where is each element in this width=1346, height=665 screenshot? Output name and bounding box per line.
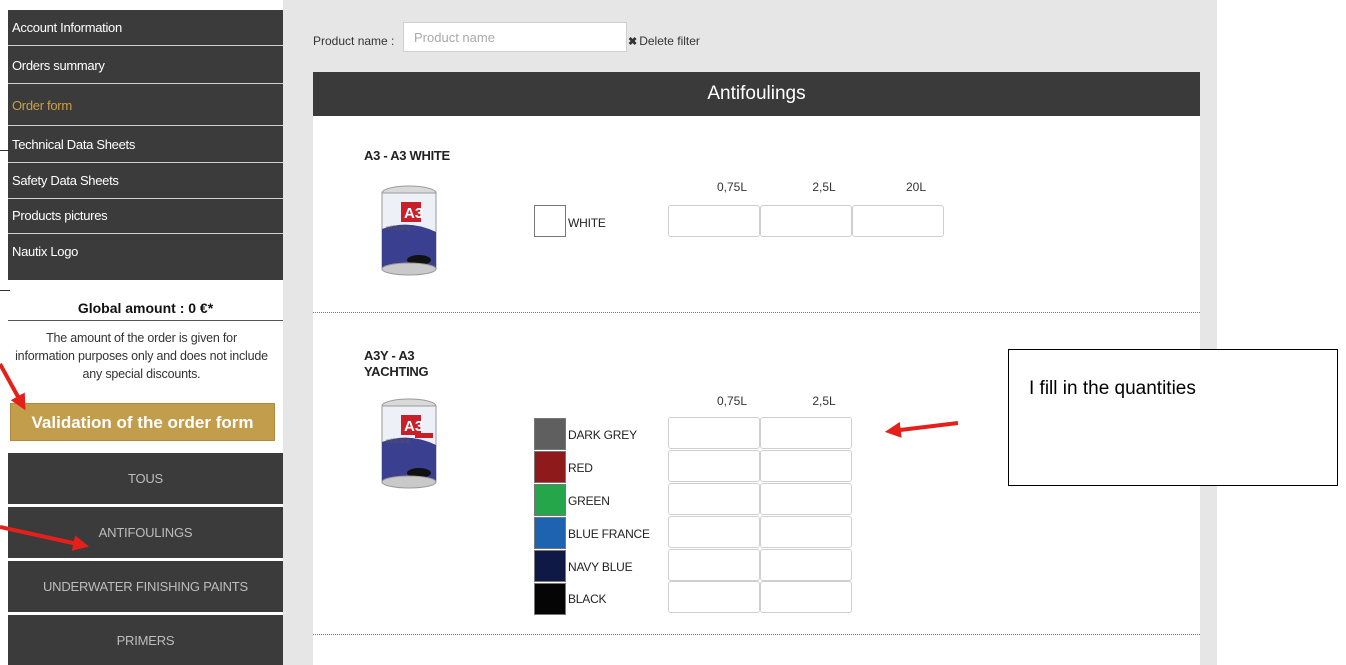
color-swatch-green — [534, 484, 566, 516]
size-label: 0,75L — [716, 394, 748, 408]
paint-can-image: A3 ntifouling — [381, 185, 437, 276]
annotation-text: I fill in the quantities — [1029, 378, 1196, 399]
delete-filter-label: Delete filter — [639, 34, 700, 48]
category-button-underwater-finishing-paints[interactable]: UNDERWATER FINISHING PAINTS — [8, 561, 283, 612]
sidebar-item-nautix-logo[interactable]: Nautix Logo — [8, 234, 283, 280]
sidebar-item-order-form[interactable]: Order form — [8, 86, 283, 126]
quantity-input[interactable] — [760, 483, 852, 515]
product-divider — [313, 634, 1200, 635]
main-content: Product name : ✖Delete filter Antifoulin… — [283, 0, 1217, 665]
sidebar-item-account-information[interactable]: Account Information — [8, 10, 283, 46]
quantity-input[interactable] — [852, 205, 944, 237]
quantity-input[interactable] — [760, 205, 852, 237]
product-name-input[interactable] — [403, 22, 627, 52]
sidebar-item-products-pictures[interactable]: Products pictures — [8, 198, 283, 234]
quantity-input[interactable] — [760, 417, 852, 449]
color-label: GREEN — [568, 494, 610, 508]
size-label: 2,5L — [812, 180, 836, 194]
color-label: RED — [568, 461, 593, 475]
color-label: WHITE — [568, 216, 606, 230]
color-label: NAVY BLUE — [568, 560, 633, 574]
product-name-filter-label: Product name : — [313, 34, 395, 48]
product-title-line: A3 - A3 WHITE — [364, 148, 450, 163]
quantity-input[interactable] — [760, 581, 852, 613]
size-label: 0,75L — [716, 180, 748, 194]
color-label: DARK GREY — [568, 428, 637, 442]
color-swatch-black — [534, 583, 566, 615]
size-label: 20L — [905, 180, 927, 194]
close-icon: ✖ — [628, 36, 638, 48]
amount-note-line: The amount of the order is given for — [46, 331, 237, 345]
quantity-input[interactable] — [760, 516, 852, 548]
product-divider — [313, 312, 1200, 313]
amount-note-line: information purposes only and does not i… — [15, 349, 268, 363]
amount-note-line: any special discounts. — [82, 367, 201, 381]
color-swatch-white — [534, 205, 566, 237]
category-button-primers[interactable]: PRIMERS — [8, 615, 283, 665]
validate-order-button[interactable]: Validation of the order form — [10, 403, 275, 441]
global-amount-title: Global amount : 0 €* — [8, 295, 283, 321]
quantity-input[interactable] — [668, 483, 760, 515]
sidebar: Account Information Orders summary Order… — [0, 0, 283, 665]
sidebar-item-orders-summary[interactable]: Orders summary — [8, 48, 283, 84]
quantity-input[interactable] — [668, 417, 760, 449]
section-title: Antifoulings — [313, 72, 1200, 116]
page-right-margin — [1217, 0, 1346, 665]
delete-filter-link[interactable]: ✖ Delete filter — [628, 34, 700, 48]
svg-text:A3: A3 — [404, 205, 423, 222]
annotation-callout: I fill in the quantities — [1008, 349, 1338, 486]
category-button-tous[interactable]: TOUS — [8, 453, 283, 504]
sidebar-edge-line — [0, 150, 10, 151]
color-label: BLACK — [568, 592, 607, 606]
color-swatch-red — [534, 451, 566, 483]
screenshot-stage: Account Information Orders summary Order… — [0, 0, 1346, 665]
category-button-antifoulings[interactable]: ANTIFOULINGS — [8, 507, 283, 558]
quantity-input[interactable] — [668, 516, 760, 548]
quantity-input[interactable] — [760, 450, 852, 482]
sidebar-item-safety-data-sheets[interactable]: Safety Data Sheets — [8, 163, 283, 199]
svg-text:ntifouling: ntifouling — [386, 439, 410, 445]
color-swatch-navy-blue — [534, 550, 566, 582]
quantity-input[interactable] — [668, 205, 760, 237]
global-amount-box: Global amount : 0 €* The amount of the o… — [0, 295, 283, 392]
paint-can-image: A3 ntifouling — [381, 398, 437, 489]
global-amount-note: The amount of the order is given for inf… — [0, 329, 283, 383]
size-label: 2,5L — [812, 394, 836, 408]
quantity-input[interactable] — [668, 549, 760, 581]
quantity-input[interactable] — [668, 450, 760, 482]
color-swatch-dark-grey — [534, 418, 566, 450]
quantity-input[interactable] — [668, 581, 760, 613]
product-title: A3Y - A3 YACHTING — [364, 348, 429, 380]
product-title-line: A3Y - A3 — [364, 348, 415, 363]
sidebar-item-technical-data-sheets[interactable]: Technical Data Sheets — [8, 127, 283, 163]
product-title-line: YACHTING — [364, 364, 429, 379]
svg-text:ntifouling: ntifouling — [386, 226, 410, 232]
quantity-input[interactable] — [760, 549, 852, 581]
svg-text:A3: A3 — [404, 418, 423, 435]
product-title: A3 - A3 WHITE — [364, 148, 450, 164]
color-label: BLUE FRANCE — [568, 527, 650, 541]
sidebar-edge-line — [0, 290, 10, 291]
color-swatch-blue-france — [534, 517, 566, 549]
